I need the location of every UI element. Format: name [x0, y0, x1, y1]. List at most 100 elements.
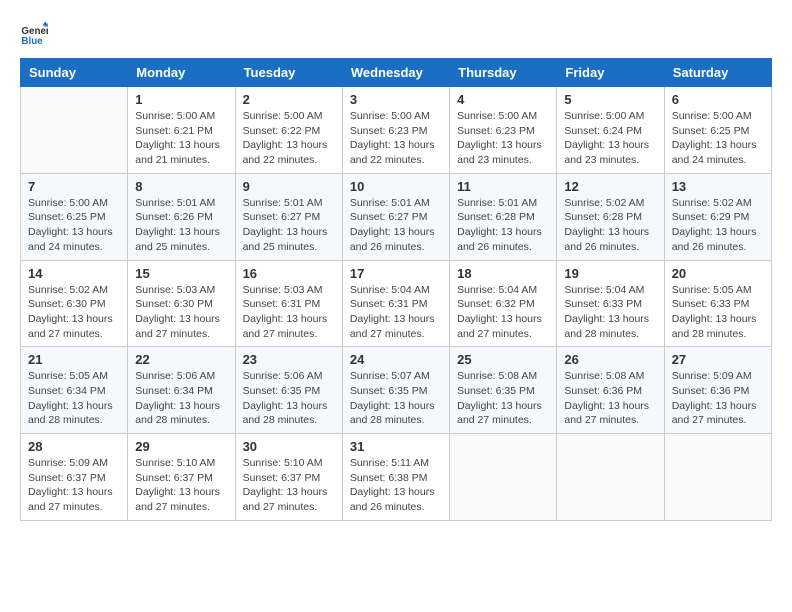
day-number: 3 — [350, 92, 442, 107]
day-number: 19 — [564, 266, 656, 281]
calendar-cell: 18 Sunrise: 5:04 AMSunset: 6:32 PMDayligh… — [450, 260, 557, 347]
day-number: 28 — [28, 439, 120, 454]
calendar-cell — [450, 434, 557, 521]
day-info: Sunrise: 5:00 AMSunset: 6:23 PMDaylight:… — [350, 109, 442, 168]
calendar-cell: 4 Sunrise: 5:00 AMSunset: 6:23 PMDaylight… — [450, 87, 557, 174]
calendar-cell: 9Sunrise: 5:01 AMSunset: 6:27 PMDaylight… — [235, 173, 342, 260]
day-number: 2 — [243, 92, 335, 107]
day-info: Sunrise: 5:01 AMSunset: 6:28 PMDaylight:… — [457, 196, 549, 255]
day-info: Sunrise: 5:02 AMSunset: 6:28 PMDaylight:… — [564, 196, 656, 255]
calendar-cell: 3 Sunrise: 5:00 AMSunset: 6:23 PMDaylight… — [342, 87, 449, 174]
header-day: Saturday — [664, 59, 771, 87]
calendar-cell: 21Sunrise: 5:05 AMSunset: 6:34 PMDayligh… — [21, 347, 128, 434]
day-info: Sunrise: 5:09 AMSunset: 6:37 PMDaylight:… — [28, 456, 120, 515]
calendar-week-row: 14 Sunrise: 5:02 AMSunset: 6:30 PMDayligh… — [21, 260, 772, 347]
calendar-cell: 8Sunrise: 5:01 AMSunset: 6:26 PMDaylight… — [128, 173, 235, 260]
day-number: 31 — [350, 439, 442, 454]
day-number: 8 — [135, 179, 227, 194]
calendar-cell — [557, 434, 664, 521]
calendar-cell: 31 Sunrise: 5:11 AMSunset: 6:38 PMDayligh… — [342, 434, 449, 521]
day-info: Sunrise: 5:10 AMSunset: 6:37 PMDaylight:… — [243, 456, 335, 515]
calendar-cell: 30 Sunrise: 5:10 AMSunset: 6:37 PMDayligh… — [235, 434, 342, 521]
day-info: Sunrise: 5:07 AMSunset: 6:35 PMDaylight:… — [350, 369, 442, 428]
day-info: Sunrise: 5:02 AMSunset: 6:29 PMDaylight:… — [672, 196, 764, 255]
calendar-cell: 24Sunrise: 5:07 AMSunset: 6:35 PMDayligh… — [342, 347, 449, 434]
page-header: General Blue — [20, 20, 772, 48]
calendar-cell — [664, 434, 771, 521]
calendar-cell: 27 Sunrise: 5:09 AMSunset: 6:36 PMDayligh… — [664, 347, 771, 434]
day-info: Sunrise: 5:01 AMSunset: 6:27 PMDaylight:… — [350, 196, 442, 255]
calendar-cell: 17 Sunrise: 5:04 AMSunset: 6:31 PMDayligh… — [342, 260, 449, 347]
calendar-cell: 2Sunrise: 5:00 AMSunset: 6:22 PMDaylight… — [235, 87, 342, 174]
day-number: 15 — [135, 266, 227, 281]
header-row: SundayMondayTuesdayWednesdayThursdayFrid… — [21, 59, 772, 87]
day-info: Sunrise: 5:08 AMSunset: 6:36 PMDaylight:… — [564, 369, 656, 428]
calendar-week-row: 28 Sunrise: 5:09 AMSunset: 6:37 PMDayligh… — [21, 434, 772, 521]
day-number: 14 — [28, 266, 120, 281]
day-info: Sunrise: 5:04 AMSunset: 6:32 PMDaylight:… — [457, 283, 549, 342]
day-number: 5 — [564, 92, 656, 107]
calendar-cell: 25 Sunrise: 5:08 AMSunset: 6:35 PMDayligh… — [450, 347, 557, 434]
day-info: Sunrise: 5:02 AMSunset: 6:30 PMDaylight:… — [28, 283, 120, 342]
day-number: 20 — [672, 266, 764, 281]
calendar-cell: 11Sunrise: 5:01 AMSunset: 6:28 PMDayligh… — [450, 173, 557, 260]
day-number: 25 — [457, 352, 549, 367]
day-number: 16 — [243, 266, 335, 281]
header-day: Thursday — [450, 59, 557, 87]
calendar-cell: 1Sunrise: 5:00 AMSunset: 6:21 PMDaylight… — [128, 87, 235, 174]
svg-text:Blue: Blue — [21, 36, 43, 47]
day-number: 6 — [672, 92, 764, 107]
day-info: Sunrise: 5:00 AMSunset: 6:25 PMDaylight:… — [28, 196, 120, 255]
day-number: 21 — [28, 352, 120, 367]
day-number: 30 — [243, 439, 335, 454]
calendar-cell: 12 Sunrise: 5:02 AMSunset: 6:28 PMDayligh… — [557, 173, 664, 260]
day-info: Sunrise: 5:05 AMSunset: 6:33 PMDaylight:… — [672, 283, 764, 342]
day-info: Sunrise: 5:03 AMSunset: 6:30 PMDaylight:… — [135, 283, 227, 342]
calendar-cell: 5Sunrise: 5:00 AMSunset: 6:24 PMDaylight… — [557, 87, 664, 174]
day-number: 23 — [243, 352, 335, 367]
day-info: Sunrise: 5:11 AMSunset: 6:38 PMDaylight:… — [350, 456, 442, 515]
calendar-cell: 6 Sunrise: 5:00 AMSunset: 6:25 PMDaylight… — [664, 87, 771, 174]
day-number: 4 — [457, 92, 549, 107]
logo-icon: General Blue — [20, 20, 48, 48]
day-number: 9 — [243, 179, 335, 194]
header-day: Friday — [557, 59, 664, 87]
day-info: Sunrise: 5:08 AMSunset: 6:35 PMDaylight:… — [457, 369, 549, 428]
calendar-cell: 15 Sunrise: 5:03 AMSunset: 6:30 PMDayligh… — [128, 260, 235, 347]
day-number: 12 — [564, 179, 656, 194]
calendar-cell: 14 Sunrise: 5:02 AMSunset: 6:30 PMDayligh… — [21, 260, 128, 347]
calendar-cell: 7 Sunrise: 5:00 AMSunset: 6:25 PMDaylight… — [21, 173, 128, 260]
day-info: Sunrise: 5:04 AMSunset: 6:33 PMDaylight:… — [564, 283, 656, 342]
calendar-cell: 13 Sunrise: 5:02 AMSunset: 6:29 PMDayligh… — [664, 173, 771, 260]
day-info: Sunrise: 5:03 AMSunset: 6:31 PMDaylight:… — [243, 283, 335, 342]
calendar-cell: 23 Sunrise: 5:06 AMSunset: 6:35 PMDayligh… — [235, 347, 342, 434]
calendar-week-row: 1Sunrise: 5:00 AMSunset: 6:21 PMDaylight… — [21, 87, 772, 174]
day-info: Sunrise: 5:00 AMSunset: 6:21 PMDaylight:… — [135, 109, 227, 168]
day-number: 29 — [135, 439, 227, 454]
day-number: 27 — [672, 352, 764, 367]
calendar-week-row: 7 Sunrise: 5:00 AMSunset: 6:25 PMDaylight… — [21, 173, 772, 260]
day-number: 13 — [672, 179, 764, 194]
day-info: Sunrise: 5:06 AMSunset: 6:35 PMDaylight:… — [243, 369, 335, 428]
day-info: Sunrise: 5:04 AMSunset: 6:31 PMDaylight:… — [350, 283, 442, 342]
logo: General Blue — [20, 20, 48, 48]
calendar-cell — [21, 87, 128, 174]
calendar-cell: 29Sunrise: 5:10 AMSunset: 6:37 PMDayligh… — [128, 434, 235, 521]
day-number: 17 — [350, 266, 442, 281]
day-number: 10 — [350, 179, 442, 194]
calendar-cell: 10 Sunrise: 5:01 AMSunset: 6:27 PMDayligh… — [342, 173, 449, 260]
header-day: Tuesday — [235, 59, 342, 87]
day-info: Sunrise: 5:00 AMSunset: 6:23 PMDaylight:… — [457, 109, 549, 168]
day-number: 26 — [564, 352, 656, 367]
day-number: 22 — [135, 352, 227, 367]
day-number: 7 — [28, 179, 120, 194]
day-info: Sunrise: 5:00 AMSunset: 6:25 PMDaylight:… — [672, 109, 764, 168]
calendar-cell: 20 Sunrise: 5:05 AMSunset: 6:33 PMDayligh… — [664, 260, 771, 347]
header-day: Wednesday — [342, 59, 449, 87]
calendar-table: SundayMondayTuesdayWednesdayThursdayFrid… — [20, 58, 772, 521]
calendar-cell: 26 Sunrise: 5:08 AMSunset: 6:36 PMDayligh… — [557, 347, 664, 434]
day-number: 18 — [457, 266, 549, 281]
calendar-cell: 19 Sunrise: 5:04 AMSunset: 6:33 PMDayligh… — [557, 260, 664, 347]
header-day: Sunday — [21, 59, 128, 87]
day-info: Sunrise: 5:09 AMSunset: 6:36 PMDaylight:… — [672, 369, 764, 428]
